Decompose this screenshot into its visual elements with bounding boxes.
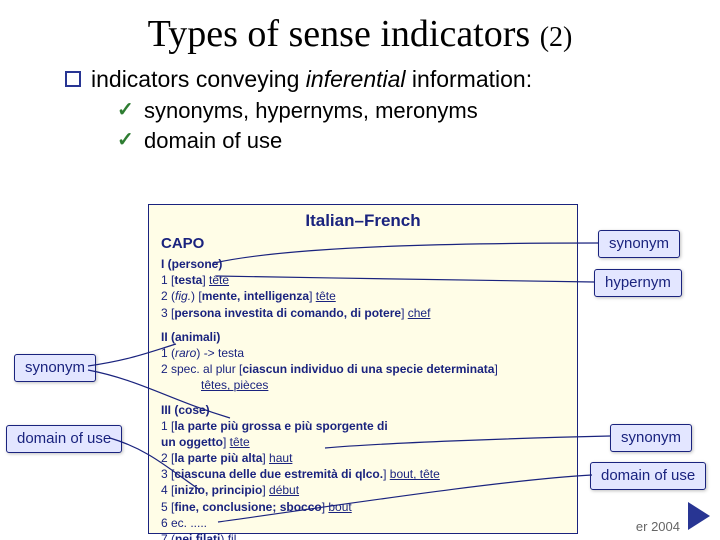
callout-synonym-left: synonym — [14, 354, 96, 382]
t: fig. — [175, 289, 191, 303]
body: indicators conveying inferential informa… — [0, 66, 720, 154]
t: un oggetto — [161, 435, 223, 449]
t: 1 [ — [161, 419, 174, 433]
translation: bout, tête — [390, 467, 440, 481]
translation: haut — [269, 451, 292, 465]
t: 7 ( — [161, 532, 175, 540]
t: mente, intelligenza — [202, 289, 309, 303]
bullet-suffix: information: — [406, 66, 533, 92]
t: 5 [ — [161, 500, 174, 514]
headword: CAPO — [149, 233, 577, 256]
t: raro — [175, 346, 196, 360]
t: ] — [309, 289, 316, 303]
t: fine, conclusione; sbocco — [174, 500, 321, 514]
slide: Types of sense indicators (2) indicators… — [0, 0, 720, 540]
t: ] — [383, 467, 390, 481]
frame-title: Italian–French — [149, 205, 577, 233]
translation: tête — [209, 273, 229, 287]
t: ] — [223, 435, 230, 449]
sense-group-3: III (cose) 1 [la parte più grossa e più … — [149, 402, 577, 540]
sense-group-1: I (persone) 1 [testa] tête 2 (fig.) [men… — [149, 256, 577, 321]
t: ciascun individuo di una specie determin… — [242, 362, 494, 376]
bullet-main: indicators conveying inferential informa… — [65, 66, 720, 94]
t: 6 ec. ..... — [161, 516, 207, 530]
t: inizio, principio — [174, 483, 262, 497]
check-icon: ✓ — [117, 98, 135, 122]
callout-hypernym: hypernym — [594, 269, 682, 297]
t: 3 [ — [161, 306, 174, 320]
t: testa — [174, 273, 202, 287]
t: 1 ( — [161, 346, 175, 360]
bullet-text: indicators conveying inferential informa… — [91, 66, 532, 94]
title-part-number: (2) — [540, 22, 573, 53]
title-main: Types of sense indicators — [148, 13, 540, 55]
square-bullet-icon — [65, 71, 81, 87]
translation: tête — [230, 435, 250, 449]
translation: tête — [316, 289, 336, 303]
dictionary-frame: Italian–French CAPO I (persone) 1 [testa… — [148, 204, 578, 534]
translation: début — [269, 483, 299, 497]
callout-synonym-top-right: synonym — [598, 230, 680, 258]
next-slide-button[interactable] — [688, 502, 710, 530]
check-icon: ✓ — [117, 128, 135, 152]
t: 1 [ — [161, 273, 174, 287]
translation: chef — [408, 306, 431, 320]
t: ] — [401, 306, 408, 320]
translation: fil — [228, 532, 237, 540]
t: nei filati — [175, 532, 220, 540]
bullet-prefix: indicators conveying — [91, 66, 306, 92]
t: la parte più alta — [174, 451, 262, 465]
sub-bullet-2: ✓ domain of use — [65, 128, 720, 154]
callout-synonym-bottom-right: synonym — [610, 424, 692, 452]
sub-bullet-1-text: synonyms, hypernyms, meronyms — [144, 98, 478, 124]
t: ) [ — [191, 289, 202, 303]
callout-domain-left: domain of use — [6, 425, 122, 453]
t: la parte più grossa e più sporgente di — [174, 419, 387, 433]
t: 3 [ — [161, 467, 174, 481]
t: ] — [494, 362, 497, 376]
t: 2 ( — [161, 289, 175, 303]
sub-bullet-1: ✓ synonyms, hypernyms, meronyms — [65, 98, 720, 124]
group-head: III (cose) — [161, 403, 210, 417]
group-head: II (animali) — [161, 330, 220, 344]
callout-domain-right: domain of use — [590, 462, 706, 490]
translation: têtes, pièces — [201, 378, 268, 392]
t: 4 [ — [161, 483, 174, 497]
t: ) — [220, 532, 227, 540]
slide-title: Types of sense indicators (2) — [0, 0, 720, 62]
group-head: I (persone) — [161, 257, 222, 271]
footer-text: er 2004 — [636, 519, 680, 534]
t: ] — [262, 483, 269, 497]
translation: bout — [328, 500, 351, 514]
t: ciascuna delle due estremità di qlco. — [174, 467, 383, 481]
bullet-italic: inferential — [306, 66, 406, 92]
t: 2 [ — [161, 451, 174, 465]
sub-bullet-2-text: domain of use — [144, 128, 282, 154]
t: persona investita di comando, di potere — [174, 306, 401, 320]
t: ) -> testa — [196, 346, 244, 360]
t: 2 spec. al plur [ — [161, 362, 242, 376]
sense-group-2: II (animali) 1 (raro) -> testa 2 spec. a… — [149, 329, 577, 394]
